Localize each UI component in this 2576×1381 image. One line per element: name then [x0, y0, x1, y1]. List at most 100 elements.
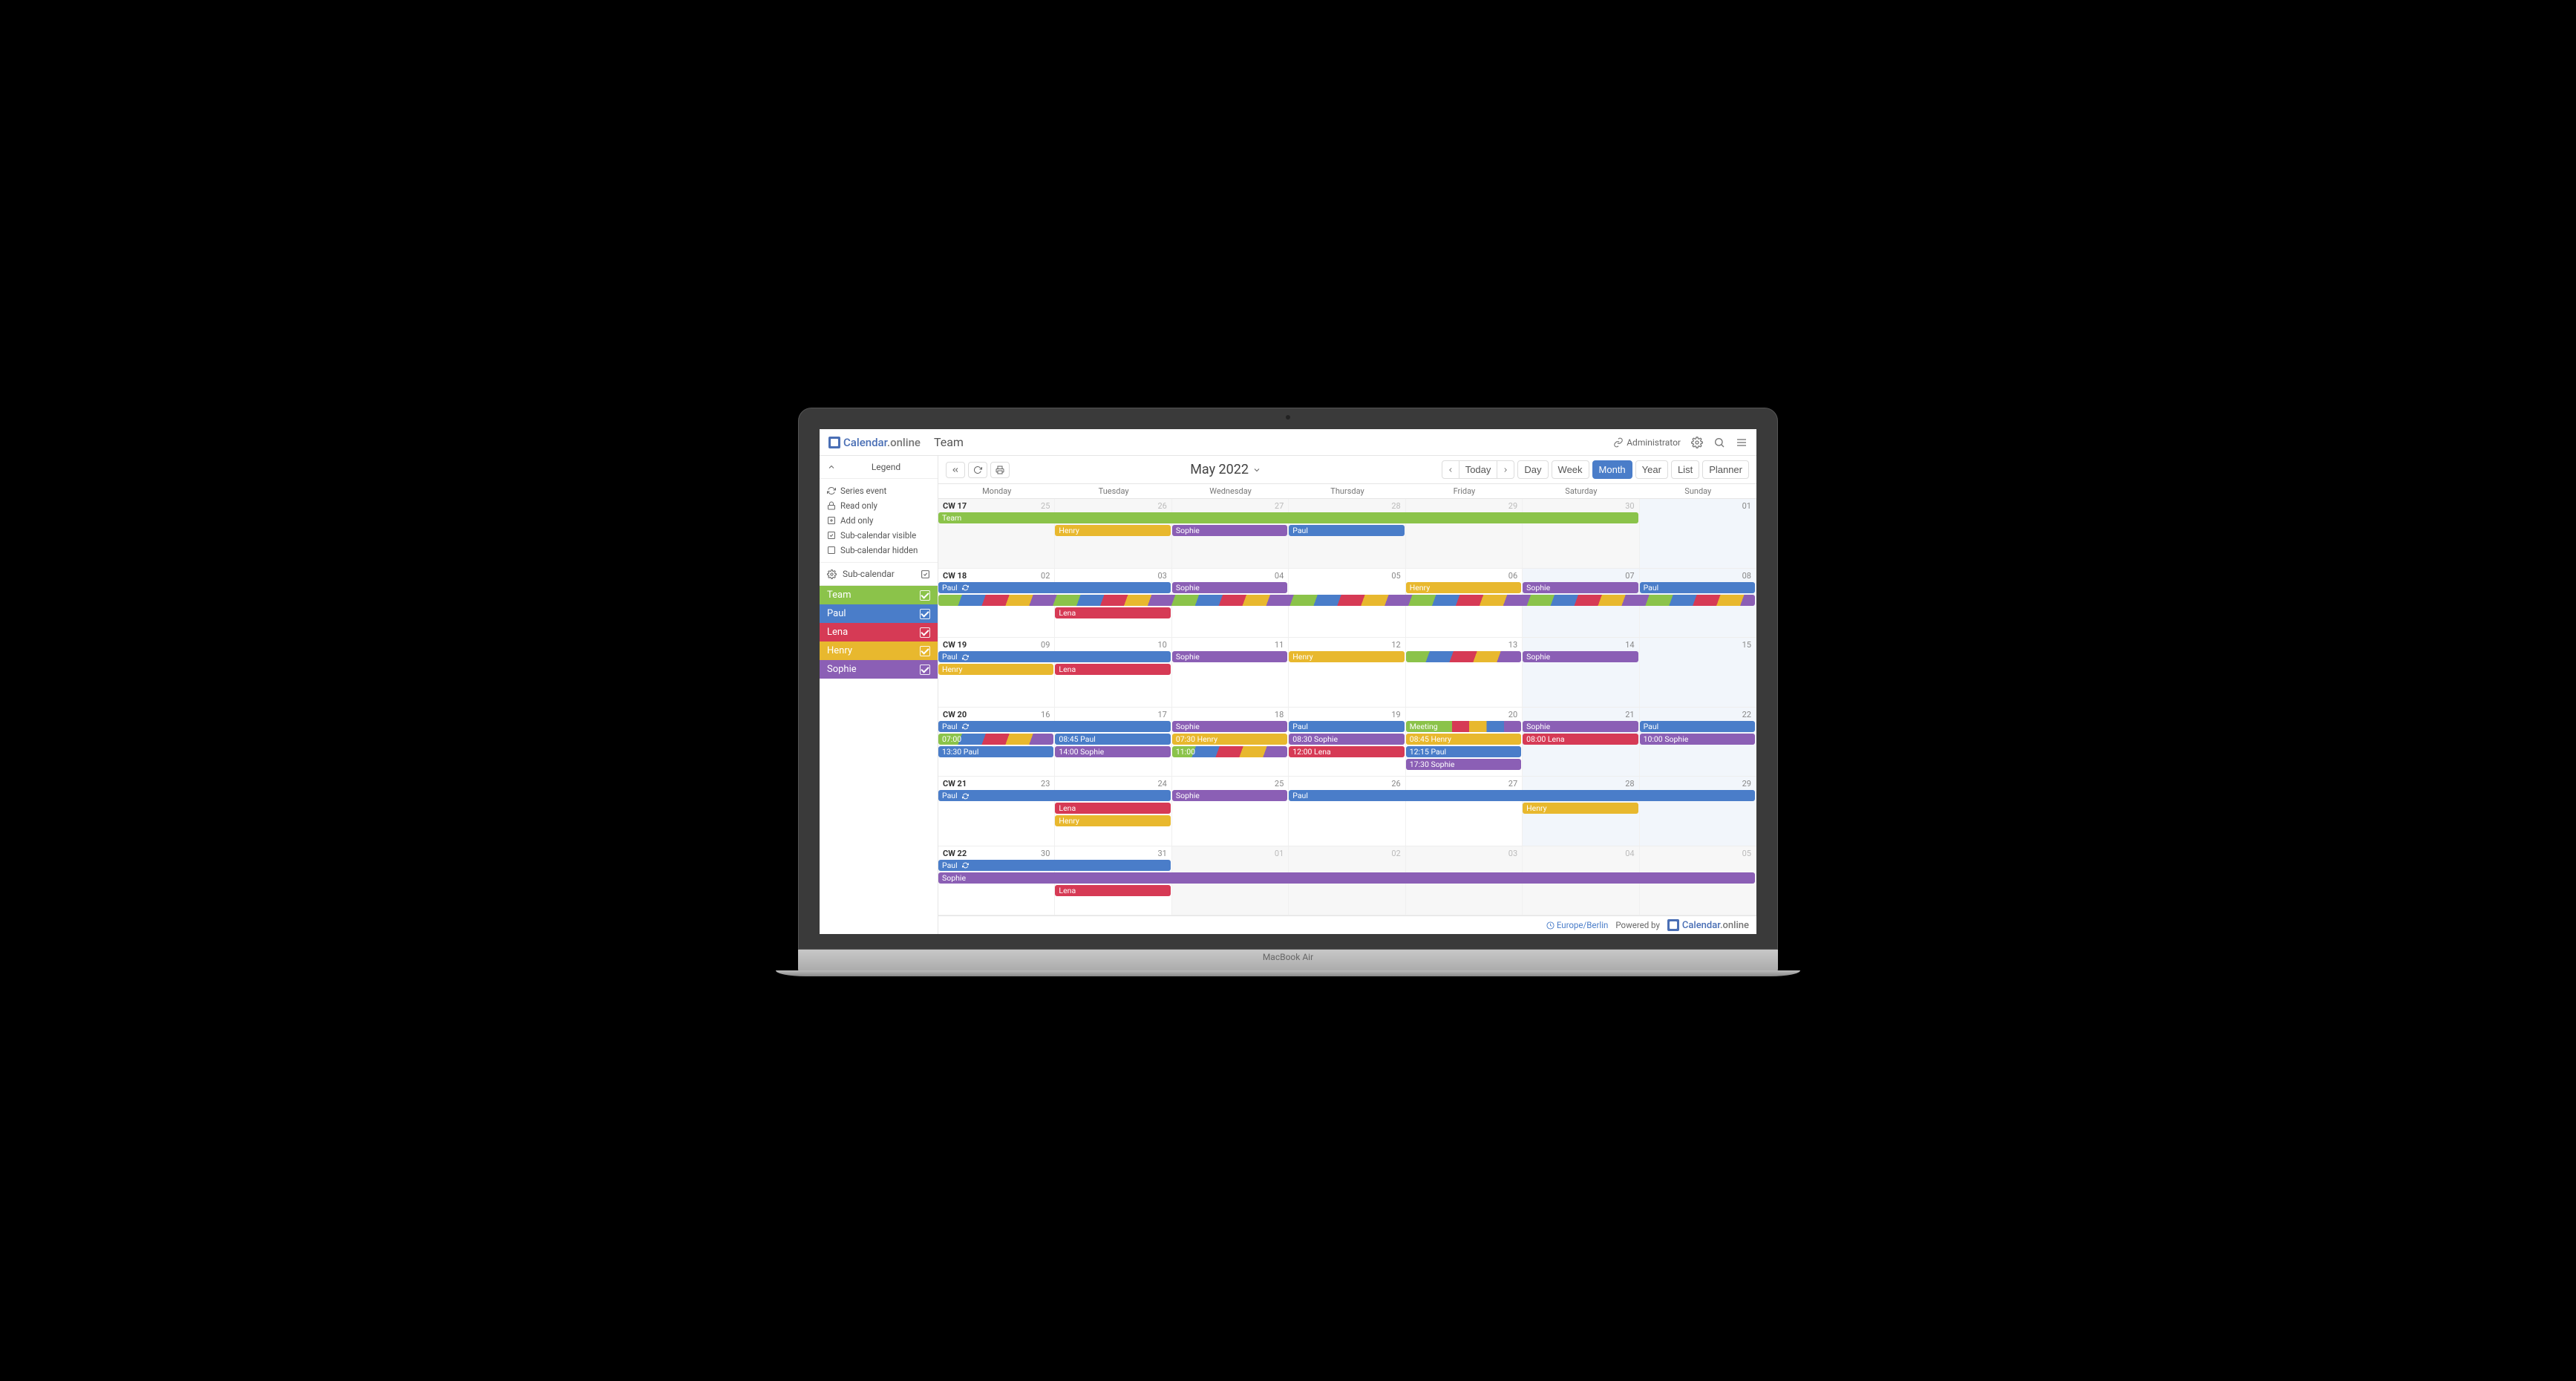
day-cell[interactable]: 14	[1523, 638, 1639, 707]
event-bar[interactable]: Team	[938, 512, 1638, 523]
view-list-button[interactable]: List	[1671, 460, 1699, 479]
settings-button[interactable]	[1691, 437, 1703, 448]
event-bar[interactable]: Paul	[1289, 721, 1404, 732]
next-button[interactable]	[1497, 460, 1514, 479]
event-bar[interactable]: Henry	[1406, 582, 1521, 593]
week-row: 25CW 17262728293001TeamHenrySophiePaul	[938, 499, 1756, 569]
event-bar[interactable]: Paul	[1289, 790, 1755, 801]
event-bar[interactable]: 11:00	[1172, 746, 1287, 757]
event-bar[interactable]: Sophie	[938, 872, 1755, 884]
day-cell[interactable]: 25CW 17	[938, 499, 1055, 568]
event-bar[interactable]	[938, 595, 1755, 606]
timezone-link[interactable]: Europe/Berlin	[1546, 920, 1609, 930]
event-bar[interactable]: Henry	[938, 664, 1053, 675]
event-bar[interactable]: Paul	[938, 860, 1171, 871]
event-bar[interactable]: Sophie	[1172, 525, 1287, 536]
legend-item: Read only	[827, 498, 930, 513]
brand-logo[interactable]: Calendar.online	[828, 436, 921, 449]
event-bar[interactable]: 12:15 Paul	[1406, 746, 1521, 757]
subcalendar-item[interactable]: Team	[820, 586, 938, 604]
event-bar[interactable]: 08:30 Sophie	[1289, 734, 1404, 745]
event-bar[interactable]: 07:30 Henry	[1172, 734, 1287, 745]
event-bar[interactable]: 08:00 Lena	[1523, 734, 1638, 745]
event-bar[interactable]: Henry	[1055, 525, 1170, 536]
event-bar[interactable]: 17:30 Sophie	[1406, 759, 1521, 770]
event-bar[interactable]: 12:00 Lena	[1289, 746, 1404, 757]
event-bar[interactable]: 10:00 Sophie	[1640, 734, 1755, 745]
day-cell[interactable]: 01	[1640, 499, 1756, 568]
event-bar[interactable]: Meeting	[1406, 721, 1521, 732]
admin-link[interactable]: Administrator	[1613, 437, 1681, 448]
event-bar[interactable]: Sophie	[1172, 790, 1287, 801]
event-bar[interactable]: Sophie	[1172, 651, 1287, 662]
day-cell[interactable]: 13	[1406, 638, 1523, 707]
gear-icon[interactable]	[827, 569, 837, 579]
date-title[interactable]: May 2022	[1010, 462, 1442, 477]
event-bar[interactable]: Sophie	[1172, 582, 1287, 593]
event-bar[interactable]: Henry	[1289, 651, 1404, 662]
event-bar[interactable]: Henry	[1055, 815, 1170, 826]
chevron-right-icon	[1502, 466, 1509, 474]
view-week-button[interactable]: Week	[1552, 460, 1589, 479]
event-bar[interactable]: Paul	[1640, 721, 1755, 732]
day-cell[interactable]: 11	[1172, 638, 1289, 707]
event-bar[interactable]: Lena	[1055, 803, 1170, 814]
collapse-sidebar-button[interactable]	[946, 462, 965, 478]
topbar-right: Administrator	[1613, 437, 1748, 448]
event-bar[interactable]: Paul	[938, 790, 1171, 801]
day-number: 21	[1625, 710, 1634, 719]
event-bar[interactable]: Lena	[1055, 607, 1170, 618]
event-bar[interactable]: Paul	[938, 721, 1171, 732]
day-number: 04	[1275, 571, 1284, 581]
subcalendar-item[interactable]: Lena	[820, 623, 938, 641]
event-bar[interactable]	[1406, 651, 1521, 662]
today-button[interactable]: Today	[1459, 460, 1498, 479]
day-cell[interactable]: 12	[1289, 638, 1405, 707]
event-bar[interactable]: 08:45 Paul	[1055, 734, 1170, 745]
day-number: 10	[1157, 640, 1166, 650]
subcalendar-item[interactable]: Paul	[820, 604, 938, 623]
day-cell[interactable]: 23CW 21	[938, 777, 1055, 846]
check-icon[interactable]	[921, 569, 930, 579]
event-bar[interactable]: Sophie	[1523, 721, 1638, 732]
day-cell[interactable]: 27	[1406, 777, 1523, 846]
event-bar[interactable]: 07:00	[938, 734, 1053, 745]
event-bar[interactable]: Sophie	[1172, 721, 1287, 732]
day-cell[interactable]: 29	[1640, 777, 1756, 846]
refresh-button[interactable]	[968, 462, 987, 478]
subcalendar-item[interactable]: Sophie	[820, 660, 938, 679]
footer: Europe/Berlin Powered by Calendar.online	[938, 915, 1756, 934]
event-bar[interactable]: 13:30 Paul	[938, 746, 1053, 757]
event-bar[interactable]: Paul	[938, 582, 1171, 593]
event-bar[interactable]: Lena	[1055, 664, 1170, 675]
toolbar-right: Today DayWeekMonthYearListPlanner	[1442, 460, 1749, 479]
subcalendar-list: TeamPaulLenaHenrySophie	[820, 586, 938, 679]
event-bar[interactable]: Sophie	[1523, 651, 1638, 662]
day-cell[interactable]: 15	[1640, 638, 1756, 707]
day-cell[interactable]: 25	[1172, 777, 1289, 846]
event-bar[interactable]: 14:00 Sophie	[1055, 746, 1170, 757]
legend-header[interactable]: Legend	[820, 456, 938, 479]
subcalendar-item[interactable]: Henry	[820, 641, 938, 660]
day-cell[interactable]: 26	[1289, 777, 1405, 846]
view-month-button[interactable]: Month	[1592, 460, 1632, 479]
day-cell[interactable]: 30	[1523, 499, 1639, 568]
menu-button[interactable]	[1736, 437, 1748, 448]
event-bar[interactable]: Henry	[1523, 803, 1638, 814]
event-bar[interactable]: Paul	[1289, 525, 1404, 536]
event-bar[interactable]: Sophie	[1523, 582, 1638, 593]
event-bar[interactable]: Paul	[938, 651, 1171, 662]
prev-button[interactable]	[1442, 460, 1459, 479]
calendar-main: May 2022 Today DayWeekMonthYearListPlann…	[938, 456, 1756, 934]
event-bar[interactable]: Paul	[1640, 582, 1755, 593]
print-button[interactable]	[990, 462, 1010, 478]
view-day-button[interactable]: Day	[1517, 460, 1548, 479]
view-year-button[interactable]: Year	[1635, 460, 1668, 479]
lock-icon	[827, 501, 836, 510]
event-bar[interactable]: 08:45 Henry	[1406, 734, 1521, 745]
footer-brand[interactable]: Calendar.online	[1667, 919, 1749, 931]
view-planner-button[interactable]: Planner	[1702, 460, 1749, 479]
search-button[interactable]	[1713, 437, 1725, 448]
day-cell[interactable]: 29	[1406, 499, 1523, 568]
event-bar[interactable]: Lena	[1055, 885, 1170, 896]
